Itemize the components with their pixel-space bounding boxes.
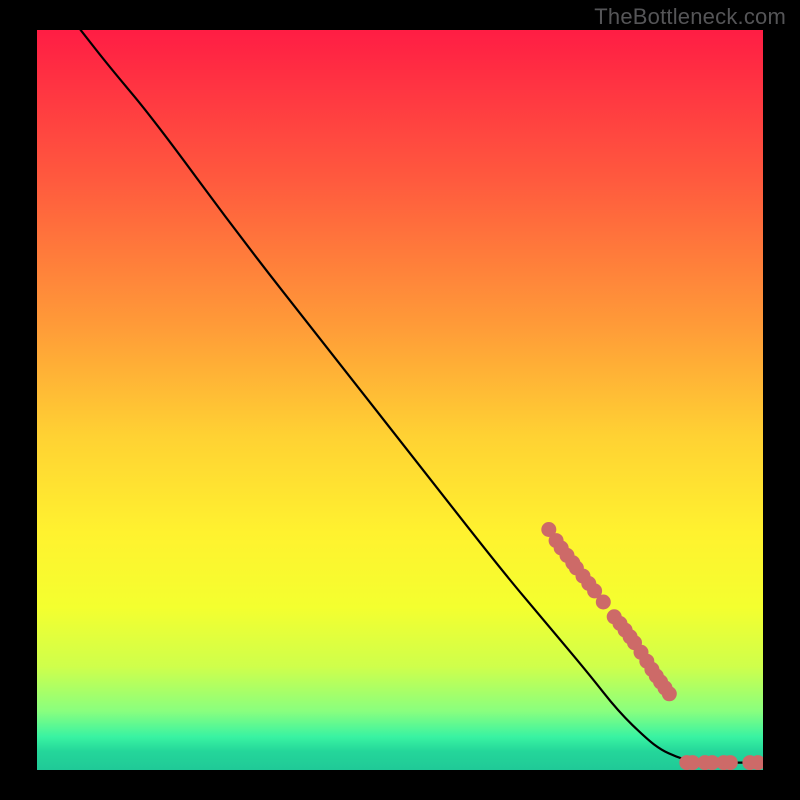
watermark-text: TheBottleneck.com: [594, 4, 786, 30]
plot-area: [37, 30, 763, 770]
marker-group: [541, 522, 763, 770]
data-marker: [596, 595, 611, 610]
data-marker: [662, 686, 677, 701]
chart-svg: [37, 30, 763, 770]
data-marker: [723, 755, 738, 770]
chart-frame: TheBottleneck.com: [0, 0, 800, 800]
bottleneck-curve: [81, 30, 763, 763]
